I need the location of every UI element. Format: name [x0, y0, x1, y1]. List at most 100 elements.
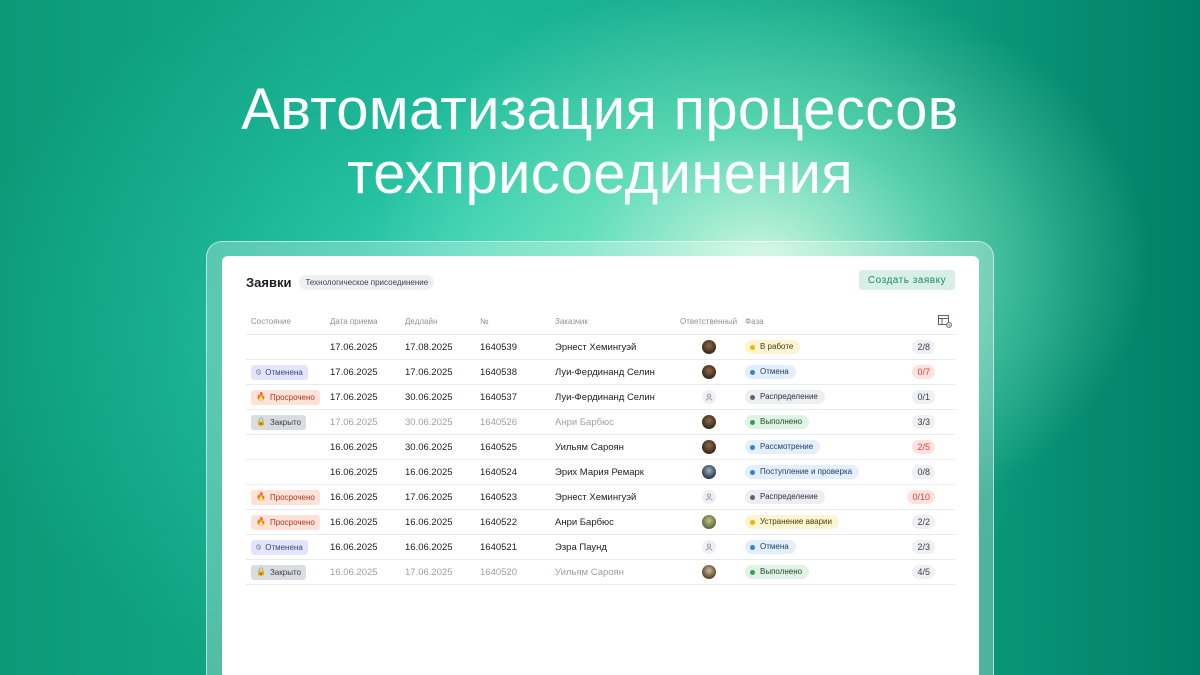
avatar[interactable]	[701, 440, 716, 454]
table-row[interactable]: ⦸ Отменена 16.06.2025 16.06.2025 1640521…	[246, 535, 955, 560]
col-customer[interactable]: Заказчик	[555, 308, 588, 334]
unassigned-user-icon[interactable]	[701, 390, 716, 404]
status-label: Отменена	[265, 542, 303, 552]
count-cell: 0/7	[886, 360, 935, 384]
number-cell[interactable]: 1640520	[480, 560, 517, 584]
number-cell[interactable]: 1640538	[480, 360, 517, 384]
headline-line-1: Автоматизация процессов	[241, 77, 959, 142]
responsible-cell	[680, 360, 737, 384]
phase-dot-icon	[750, 369, 755, 375]
customer-cell: Эрих Мария Ремарк	[555, 466, 644, 478]
col-responsible[interactable]: Ответственный	[680, 308, 737, 334]
phase-cell: Выполнено	[745, 560, 810, 584]
phase-cell: Отмена	[745, 360, 796, 384]
table-row[interactable]: 🔒 Закрыто 17.06.2025 30.06.2025 1640526 …	[246, 410, 955, 435]
count-cell: 2/3	[886, 535, 935, 559]
panel-header: Заявки Технологическое присоединение Соз…	[246, 270, 955, 294]
deadline-cell: 30.06.2025	[405, 391, 453, 403]
progress-count: 2/5	[912, 440, 935, 454]
col-phase[interactable]: Фаза	[745, 308, 764, 334]
count-cell: 4/5	[886, 560, 935, 584]
table-row[interactable]: 16.06.2025 16.06.2025 1640524 Эрих Мария…	[246, 460, 955, 485]
table-settings-icon[interactable]	[936, 308, 954, 334]
table-row[interactable]: ⦸ Отменена 17.06.2025 17.06.2025 1640538…	[246, 360, 955, 385]
number-cell[interactable]: 1640523	[480, 485, 517, 509]
status-badge: 🔥 Просрочено	[251, 489, 320, 505]
phase-dot-icon	[750, 544, 755, 550]
avatar[interactable]	[701, 340, 716, 354]
deadline-cell: 16.06.2025	[405, 466, 453, 478]
date-cell: 17.06.2025	[330, 341, 378, 353]
col-deadline[interactable]: Дедлайн	[405, 308, 437, 334]
table-row[interactable]: 🔥 Просрочено 16.06.2025 16.06.2025 16405…	[246, 510, 955, 535]
unassigned-user-icon[interactable]	[701, 540, 716, 554]
responsible-cell	[680, 485, 737, 509]
phase-label: Выполнено	[760, 567, 803, 576]
table-row[interactable]: 17.06.2025 17.08.2025 1640539 Эрнест Хем…	[246, 335, 955, 360]
date-cell: 16.06.2025	[330, 466, 378, 478]
date-cell: 16.06.2025	[330, 541, 378, 553]
number-cell[interactable]: 1640526	[480, 410, 517, 434]
phase-label: Отмена	[760, 367, 789, 376]
number-cell[interactable]: 1640524	[480, 460, 517, 484]
number-cell[interactable]: 1640525	[480, 435, 517, 459]
responsible-cell	[680, 535, 737, 559]
phase-label: Выполнено	[760, 417, 803, 426]
phase-dot-icon	[750, 444, 755, 450]
lock-icon: 🔒	[256, 417, 266, 426]
table-header: Состояние Дата приема Дедлайн № Заказчик…	[246, 308, 955, 335]
requests-panel: Заявки Технологическое присоединение Соз…	[222, 256, 979, 675]
table-row[interactable]: 🔒 Закрыто 16.06.2025 17.06.2025 1640520 …	[246, 560, 955, 585]
customer-cell: Эрнест Хемингуэй	[555, 491, 637, 503]
state-cell: 🔥 Просрочено	[251, 485, 320, 509]
phase-badge: В работе	[745, 340, 801, 354]
date-cell: 17.06.2025	[330, 391, 378, 403]
number-cell[interactable]: 1640522	[480, 510, 517, 534]
count-cell: 2/5	[886, 435, 935, 459]
table-row[interactable]: 🔥 Просрочено 17.06.2025 30.06.2025 16405…	[246, 385, 955, 410]
avatar[interactable]	[701, 565, 716, 579]
cancel-icon: ⦸	[256, 367, 262, 376]
col-state[interactable]: Состояние	[251, 308, 291, 334]
deadline-cell: 17.06.2025	[405, 566, 453, 578]
number-cell[interactable]: 1640537	[480, 385, 517, 409]
responsible-cell	[680, 385, 737, 409]
col-number[interactable]: №	[480, 308, 489, 334]
customer-cell: Уильям Сароян	[555, 441, 624, 453]
table-row[interactable]: 🔥 Просрочено 16.06.2025 17.06.2025 16405…	[246, 485, 955, 510]
table-body: 17.06.2025 17.08.2025 1640539 Эрнест Хем…	[246, 335, 955, 585]
create-request-button[interactable]: Создать заявку	[859, 270, 955, 290]
phase-cell: Распределение	[745, 385, 825, 409]
progress-count: 2/8	[912, 340, 935, 354]
status-label: Отменена	[265, 367, 303, 377]
phase-cell: Устранение аварии	[745, 510, 839, 534]
number-cell[interactable]: 1640539	[480, 335, 517, 359]
phase-dot-icon	[750, 519, 755, 525]
table-row[interactable]: 16.06.2025 30.06.2025 1640525 Уильям Сар…	[246, 435, 955, 460]
number-cell[interactable]: 1640521	[480, 535, 517, 559]
category-tag[interactable]: Технологическое присоединение	[299, 274, 435, 290]
phase-cell: Распределение	[745, 485, 825, 509]
avatar[interactable]	[701, 365, 716, 379]
date-cell: 17.06.2025	[330, 416, 378, 428]
fire-icon: 🔥	[256, 392, 266, 401]
col-date[interactable]: Дата приема	[330, 308, 378, 334]
phase-badge: Рассмотрение	[745, 440, 821, 454]
phase-label: Рассмотрение	[760, 442, 814, 451]
status-label: Просрочено	[269, 392, 315, 402]
deadline-cell: 16.06.2025	[405, 541, 453, 553]
avatar[interactable]	[701, 415, 716, 429]
headline-line-2: техприсоединения	[346, 141, 853, 206]
progress-count: 3/3	[912, 415, 935, 429]
avatar[interactable]	[701, 515, 716, 529]
unassigned-user-icon[interactable]	[701, 490, 716, 504]
count-cell: 0/8	[886, 460, 935, 484]
phase-dot-icon	[750, 469, 755, 475]
phase-cell: В работе	[745, 335, 801, 359]
avatar[interactable]	[701, 465, 716, 479]
date-cell: 16.06.2025	[330, 566, 378, 578]
responsible-cell	[680, 510, 737, 534]
customer-cell: Эзра Паунд	[555, 541, 607, 553]
state-cell: ⦸ Отменена	[251, 535, 308, 559]
count-cell: 2/8	[886, 335, 935, 359]
